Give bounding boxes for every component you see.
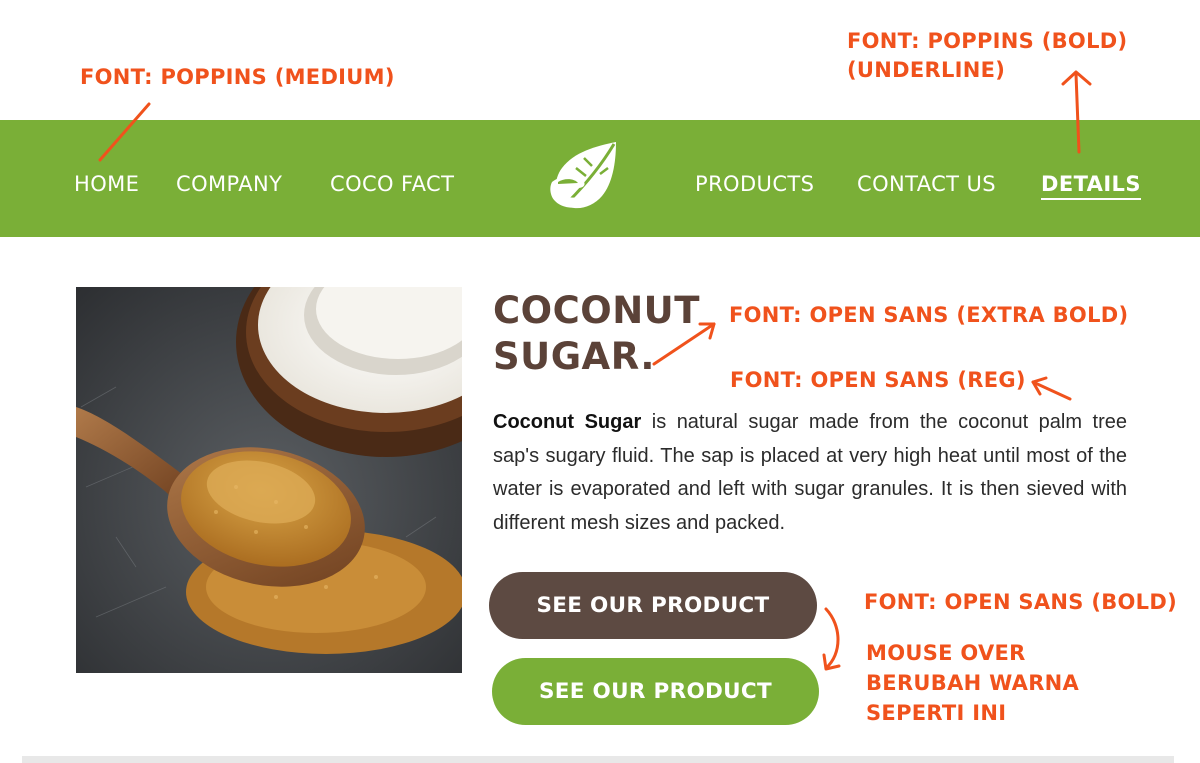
arrow-button-curve: [824, 607, 840, 670]
arrow-reg: [1031, 380, 1072, 401]
product-description: Coconut Sugar is natural sugar made from…: [493, 406, 1127, 540]
footer-divider: [22, 756, 1174, 763]
arrow-reg-head: [1031, 376, 1048, 396]
annotation-open-sans-extra-bold: FONT: OPEN SANS (EXTRA BOLD): [729, 303, 1129, 327]
page-title-line1: COCONUT: [493, 289, 700, 332]
annotation-poppins-bold-line2: (UNDERLINE): [847, 58, 1006, 82]
see-our-product-button[interactable]: SEE OUR PRODUCT: [489, 572, 817, 639]
annotation-mouse-over: MOUSE OVER BERUBAH WARNA SEPERTI INI: [866, 638, 1079, 728]
annotation-poppins-bold: FONT: POPPINS (BOLD) (UNDERLINE): [847, 27, 1127, 85]
nav-contact-link[interactable]: CONTACT US: [857, 170, 996, 198]
leaf-e-logo-icon[interactable]: [548, 138, 620, 216]
arrow-button-curve-head: [822, 653, 841, 671]
page-title-line2: SUGAR.: [493, 335, 655, 378]
nav-company-link[interactable]: COMPANY: [176, 170, 282, 198]
nav-details-link[interactable]: DETAILS: [1041, 170, 1141, 200]
nav-products-link[interactable]: PRODUCTS: [695, 170, 814, 198]
nav-coco-fact-link[interactable]: COCO FACT: [330, 170, 454, 198]
arrow-extra-bold-head: [698, 322, 716, 340]
main-navbar: HOME COMPANY COCO FACT PRODUCTS CONTACT …: [0, 120, 1200, 237]
nav-home-link[interactable]: HOME: [74, 170, 139, 198]
annotation-open-sans-bold: FONT: OPEN SANS (BOLD): [864, 590, 1177, 614]
annotation-mouse-over-line2: BERUBAH WARNA: [866, 671, 1080, 695]
annotation-poppins-bold-line1: FONT: POPPINS (BOLD): [847, 29, 1128, 53]
coconut-sugar-photo: [76, 287, 462, 673]
annotation-poppins-medium: FONT: POPPINS (MEDIUM): [80, 65, 395, 89]
annotation-mouse-over-line1: MOUSE OVER: [866, 641, 1026, 665]
see-our-product-button-hover[interactable]: SEE OUR PRODUCT: [492, 658, 819, 725]
description-bold: Coconut Sugar: [493, 411, 642, 433]
page-title: COCONUT SUGAR.: [493, 288, 700, 380]
annotation-mouse-over-line3: SEPERTI INI: [866, 701, 1007, 725]
annotation-open-sans-reg: FONT: OPEN SANS (REG): [730, 368, 1026, 392]
